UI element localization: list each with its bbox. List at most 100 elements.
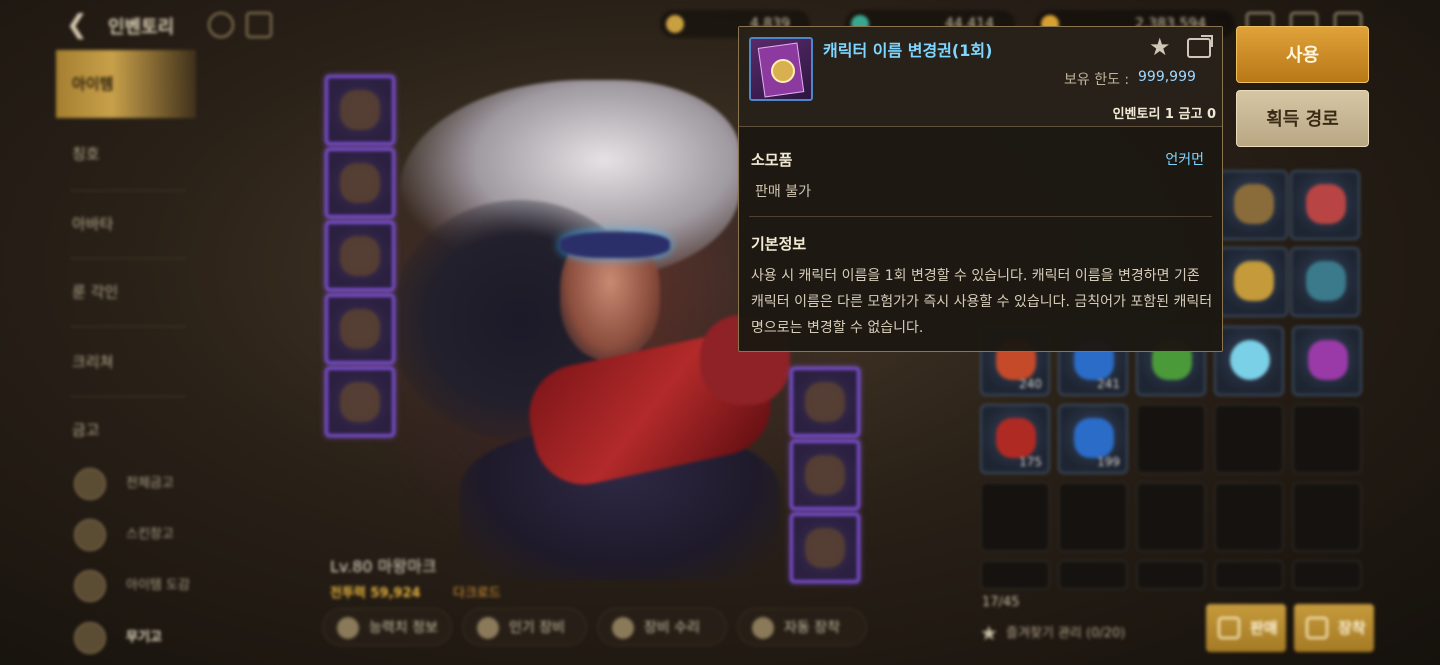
orb-item-icon	[1230, 340, 1270, 380]
inventory-slot[interactable]: 175	[980, 404, 1050, 474]
equip-icon	[1306, 617, 1328, 639]
inventory-slot-empty[interactable]	[1058, 560, 1128, 590]
acquisition-route-button[interactable]: 획득 경로	[1236, 90, 1369, 147]
collection-icon	[74, 570, 106, 602]
favorites-label: 즐겨찾기 관리 (0/20)	[1006, 626, 1126, 641]
popular-gear-button[interactable]: 인기 장비	[462, 608, 587, 646]
inventory-slot[interactable]	[1290, 170, 1360, 240]
name-change-card-icon	[1308, 340, 1348, 380]
inventory-slot[interactable]	[1218, 170, 1288, 240]
item-quantity: 241	[1097, 377, 1120, 391]
inventory-slot[interactable]	[1290, 247, 1360, 317]
sidebar-sub-label: 스킨창고	[126, 527, 174, 542]
inventory-slot-empty[interactable]	[1292, 404, 1362, 474]
sidebar-item-vault[interactable]: 금고	[56, 396, 196, 464]
sidebar-sub-armory[interactable]: 무기고	[74, 618, 162, 658]
equip-slot-bracelet[interactable]	[790, 367, 860, 437]
red-potion-icon	[996, 418, 1036, 458]
equip-slot-necklace[interactable]	[790, 440, 860, 510]
equip-slot-weapon[interactable]	[325, 75, 395, 145]
sidebar-sub-skin-storage[interactable]: 스킨창고	[74, 515, 174, 555]
holding-limit-value: 999,999	[1138, 69, 1196, 85]
sidebar: 아이템 칭호 아바타 룬 각인 크리쳐 금고 전체금고 스킨창고 아이템 도감 …	[56, 50, 206, 665]
sidebar-item-items[interactable]: 아이템	[56, 50, 196, 118]
inventory-slot-empty[interactable]	[1136, 482, 1206, 552]
inventory-slot-empty[interactable]	[1058, 482, 1128, 552]
inventory-slot-empty[interactable]	[980, 482, 1050, 552]
sell-button[interactable]: 판매	[1206, 604, 1286, 652]
button-label: 판매	[1250, 619, 1278, 637]
inventory-slot-empty[interactable]	[980, 560, 1050, 590]
button-label: 능력치 정보	[369, 620, 438, 636]
bottom-item-icon	[340, 309, 380, 349]
book-icon[interactable]	[246, 12, 272, 38]
equip-slot-top[interactable]	[325, 221, 395, 291]
sidebar-item-avatar[interactable]: 아바타	[56, 190, 196, 258]
sell-icon	[1218, 617, 1240, 639]
top-item-icon	[340, 236, 380, 276]
scroll-item-icon	[1306, 184, 1346, 224]
item-name: 캐릭터 이름 변경권(1회)	[823, 41, 993, 60]
box-item-icon	[1234, 184, 1274, 224]
bracelet-item-icon	[805, 382, 845, 422]
storage-count: 인벤토리 1 금고 0	[1112, 107, 1216, 122]
stats-info-button[interactable]: 능력치 정보	[322, 608, 452, 646]
equip-slot-ring[interactable]	[790, 513, 860, 583]
item-quantity: 199	[1097, 455, 1120, 469]
inventory-slot-empty[interactable]	[1214, 560, 1284, 590]
sidebar-sub-all-vault[interactable]: 전체금고	[74, 464, 174, 504]
character-level-name: Lv.80 마왕마크	[330, 557, 437, 576]
equip-slot-bottom[interactable]	[325, 294, 395, 364]
equip-slot-belt[interactable]	[325, 367, 395, 437]
vault-icon	[74, 468, 106, 500]
hammer-icon	[612, 617, 634, 639]
help-icon[interactable]	[208, 12, 234, 38]
sidebar-item-creature[interactable]: 크리쳐	[56, 328, 196, 396]
use-button[interactable]: 사용	[1236, 26, 1369, 83]
item-type: 소모품	[751, 151, 793, 169]
auto-equip-icon	[752, 617, 774, 639]
necklace-item-icon	[805, 455, 845, 495]
repair-gear-button[interactable]: 장비 수리	[597, 608, 727, 646]
inventory-slot-empty[interactable]	[1214, 404, 1284, 474]
sidebar-item-titles[interactable]: 칭호	[56, 120, 196, 188]
sidebar-sub-label: 무기고	[126, 630, 162, 645]
divider	[70, 326, 186, 327]
divider	[749, 216, 1212, 217]
share-icon[interactable]	[1187, 35, 1213, 58]
pickaxe-item-icon	[1306, 261, 1346, 301]
star-icon: ★	[980, 621, 998, 645]
button-label: 자동 장착	[784, 620, 840, 636]
skin-icon	[74, 519, 106, 551]
blue-potion-icon	[1074, 418, 1114, 458]
inventory-slot-empty[interactable]	[1292, 560, 1362, 590]
sidebar-item-rune[interactable]: 룬 각인	[56, 258, 196, 326]
inventory-slot-empty[interactable]	[1136, 404, 1206, 474]
inventory-slot-empty[interactable]	[1136, 560, 1206, 590]
inventory-slot-empty[interactable]	[1292, 482, 1362, 552]
sidebar-sub-label: 전체금고	[126, 476, 174, 491]
inventory-slot[interactable]	[1214, 326, 1284, 396]
item-tooltip: 캐릭터 이름 변경권(1회) ★ 보유 한도 : 999,999 인벤토리 1 …	[738, 26, 1223, 352]
favorite-star-icon[interactable]: ★	[1149, 33, 1171, 61]
equip-button[interactable]: 장착	[1294, 604, 1374, 652]
question-item-icon	[1234, 261, 1274, 301]
auto-equip-button[interactable]: 자동 장착	[737, 608, 867, 646]
combat-power: 전투력 59,924	[330, 586, 421, 601]
holding-limit-label: 보유 한도 :	[1064, 72, 1130, 88]
item-quantity: 240	[1019, 377, 1042, 391]
favorites-manage[interactable]: ★ 즐겨찾기 관리 (0/20)	[980, 622, 1125, 646]
basic-info-title: 기본정보	[751, 235, 807, 253]
coin-icon	[666, 15, 684, 33]
sidebar-sub-item-collection[interactable]: 아이템 도감	[74, 566, 190, 606]
back-arrow-icon[interactable]: ❮	[66, 10, 96, 40]
item-quantity: 175	[1019, 455, 1042, 469]
equip-slot-shoulder[interactable]	[325, 148, 395, 218]
character-mask	[560, 232, 670, 258]
inventory-slot-empty[interactable]	[1214, 482, 1284, 552]
character-class: 다크로드	[453, 586, 501, 601]
inventory-slot[interactable]: 199	[1058, 404, 1128, 474]
button-label: 장비 수리	[644, 620, 700, 636]
inventory-slot[interactable]	[1218, 247, 1288, 317]
inventory-slot[interactable]	[1292, 326, 1362, 396]
